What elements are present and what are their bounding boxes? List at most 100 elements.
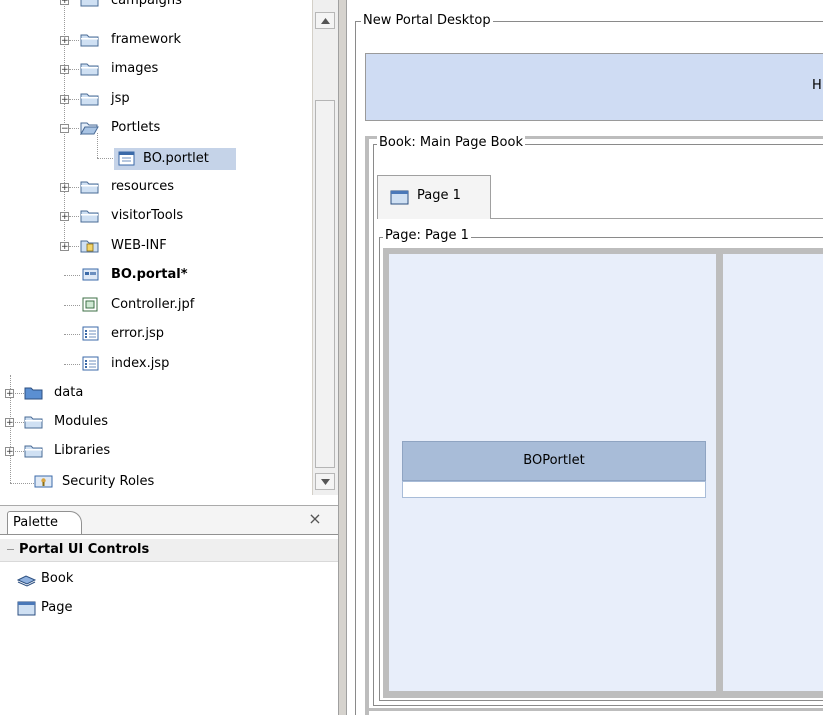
folder-icon xyxy=(80,0,99,7)
tree-connector xyxy=(64,364,80,365)
tree-item-error-jsp[interactable]: error.jsp xyxy=(0,324,312,344)
palette-section-header[interactable]: Portal UI Controls xyxy=(0,539,338,562)
page-icon xyxy=(17,601,36,616)
tree-connector xyxy=(69,99,79,100)
tree-item-bo-portlet[interactable]: BO.portlet xyxy=(0,148,312,170)
tree-item-label: images xyxy=(111,61,159,76)
page-icon xyxy=(390,190,409,205)
project-tree: + campaigns + framework + images + jsp −… xyxy=(0,0,312,495)
tree-item-libraries[interactable]: + Libraries xyxy=(0,441,312,461)
tree-item-label: BO.portal* xyxy=(111,267,188,282)
tree-item-label: Portlets xyxy=(111,120,161,135)
expand-icon[interactable]: + xyxy=(5,389,14,399)
tree-item-visitortools[interactable]: + visitorTools xyxy=(0,206,312,226)
tree-connector xyxy=(69,246,79,247)
scrollbar-thumb[interactable] xyxy=(315,100,335,468)
palette-panel: Palette × Portal UI Controls Book Page xyxy=(0,505,338,716)
tree-item-security-roles[interactable]: Security Roles xyxy=(0,471,312,491)
portlet-file-icon xyxy=(118,151,135,166)
expand-icon[interactable]: + xyxy=(60,183,69,193)
tree-item-modules[interactable]: + Modules xyxy=(0,412,312,432)
expand-icon[interactable]: + xyxy=(60,242,69,252)
controller-file-icon xyxy=(82,297,98,312)
column-divider[interactable] xyxy=(716,248,723,698)
folder-icon xyxy=(24,445,43,458)
tree-connector xyxy=(97,158,115,159)
palette-tab-bar: Palette × xyxy=(0,506,338,535)
tree-item-label: data xyxy=(54,385,84,400)
tab-strip-line xyxy=(491,218,823,219)
tree-connector xyxy=(69,40,79,41)
expand-icon[interactable]: + xyxy=(60,65,69,75)
tree-item-label: visitorTools xyxy=(111,208,184,223)
placeholder-column-2[interactable] xyxy=(723,254,823,691)
security-roles-icon xyxy=(34,475,53,488)
expand-icon[interactable]: + xyxy=(5,418,14,428)
tree-connector xyxy=(69,216,79,217)
expand-icon[interactable]: + xyxy=(5,447,14,457)
tree-item-label: WEB-INF xyxy=(111,238,167,253)
tab-page-1[interactable]: Page 1 xyxy=(377,175,491,219)
page-frame-bottom xyxy=(383,691,823,698)
tree-connector xyxy=(69,128,79,129)
palette-tab[interactable]: Palette xyxy=(7,511,82,534)
portlet-boportlet-body[interactable] xyxy=(402,481,706,498)
palette-item-label: Book xyxy=(41,571,74,586)
tree-item-jsp[interactable]: + jsp xyxy=(0,89,312,109)
tree-scrollbar[interactable] xyxy=(312,0,338,495)
pane-splitter[interactable] xyxy=(338,0,347,715)
tree-connector xyxy=(15,393,24,394)
tree-item-data[interactable]: + data xyxy=(0,383,312,403)
tab-label: Page 1 xyxy=(417,188,461,203)
tree-item-resources[interactable]: + resources xyxy=(0,177,312,197)
tree-item-label: jsp xyxy=(111,91,130,106)
arrow-down-icon xyxy=(321,479,330,485)
folder-icon xyxy=(80,63,99,76)
tree-item-label: index.jsp xyxy=(111,356,170,371)
tree-item-framework[interactable]: + framework xyxy=(0,30,312,50)
tree-item-campaigns[interactable]: + campaigns xyxy=(0,0,312,20)
desktop-title: New Portal Desktop xyxy=(361,13,493,28)
tree-item-label: resources xyxy=(111,179,175,194)
tree-connector xyxy=(69,69,79,70)
scroll-up-button[interactable] xyxy=(315,12,335,29)
tree-connector xyxy=(10,483,34,484)
tree-item-bo-portal[interactable]: BO.portal* xyxy=(0,265,312,285)
tree-item-label: Controller.jpf xyxy=(111,297,195,312)
expand-icon[interactable]: + xyxy=(60,0,69,6)
book-title: Book: Main Page Book xyxy=(377,135,525,150)
folder-icon xyxy=(80,93,99,106)
book-icon xyxy=(17,575,36,587)
portlet-title: BOPortlet xyxy=(523,453,585,468)
tree-item-images[interactable]: + images xyxy=(0,59,312,79)
header-region[interactable]: H xyxy=(365,53,823,121)
portal-file-icon xyxy=(82,268,99,281)
tree-item-portlets[interactable]: − Portlets xyxy=(0,118,312,138)
tree-item-label: framework xyxy=(111,32,182,47)
expand-icon[interactable]: + xyxy=(60,95,69,105)
tree-connector xyxy=(15,422,24,423)
collapse-dash-icon xyxy=(7,549,14,550)
tree-item-controller-jpf[interactable]: Controller.jpf xyxy=(0,295,312,315)
portlet-boportlet-titlebar[interactable]: BOPortlet xyxy=(402,441,706,481)
collapse-icon[interactable]: − xyxy=(60,124,69,134)
tree-item-label: BO.portlet xyxy=(143,151,209,166)
jsp-file-icon xyxy=(82,326,99,341)
tree-item-index-jsp[interactable]: index.jsp xyxy=(0,354,312,374)
scroll-down-button[interactable] xyxy=(315,473,335,490)
tree-connector xyxy=(69,187,79,188)
close-icon[interactable]: × xyxy=(307,510,323,528)
tree-item-web-inf[interactable]: + WEB-INF xyxy=(0,236,312,256)
folder-icon xyxy=(80,210,99,223)
expand-icon[interactable]: + xyxy=(60,36,69,46)
portal-editor-canvas: New Portal Desktop H Book: Main Page Boo… xyxy=(347,0,823,715)
tree-item-label: Security Roles xyxy=(62,474,155,489)
tree-connector xyxy=(64,305,80,306)
data-folder-icon xyxy=(24,387,43,400)
header-label: H xyxy=(812,78,822,93)
web-inf-folder-icon xyxy=(80,240,99,253)
palette-section-title: Portal UI Controls xyxy=(19,542,150,557)
open-folder-icon xyxy=(80,122,99,135)
expand-icon[interactable]: + xyxy=(60,212,69,222)
tree-connector xyxy=(64,334,80,335)
